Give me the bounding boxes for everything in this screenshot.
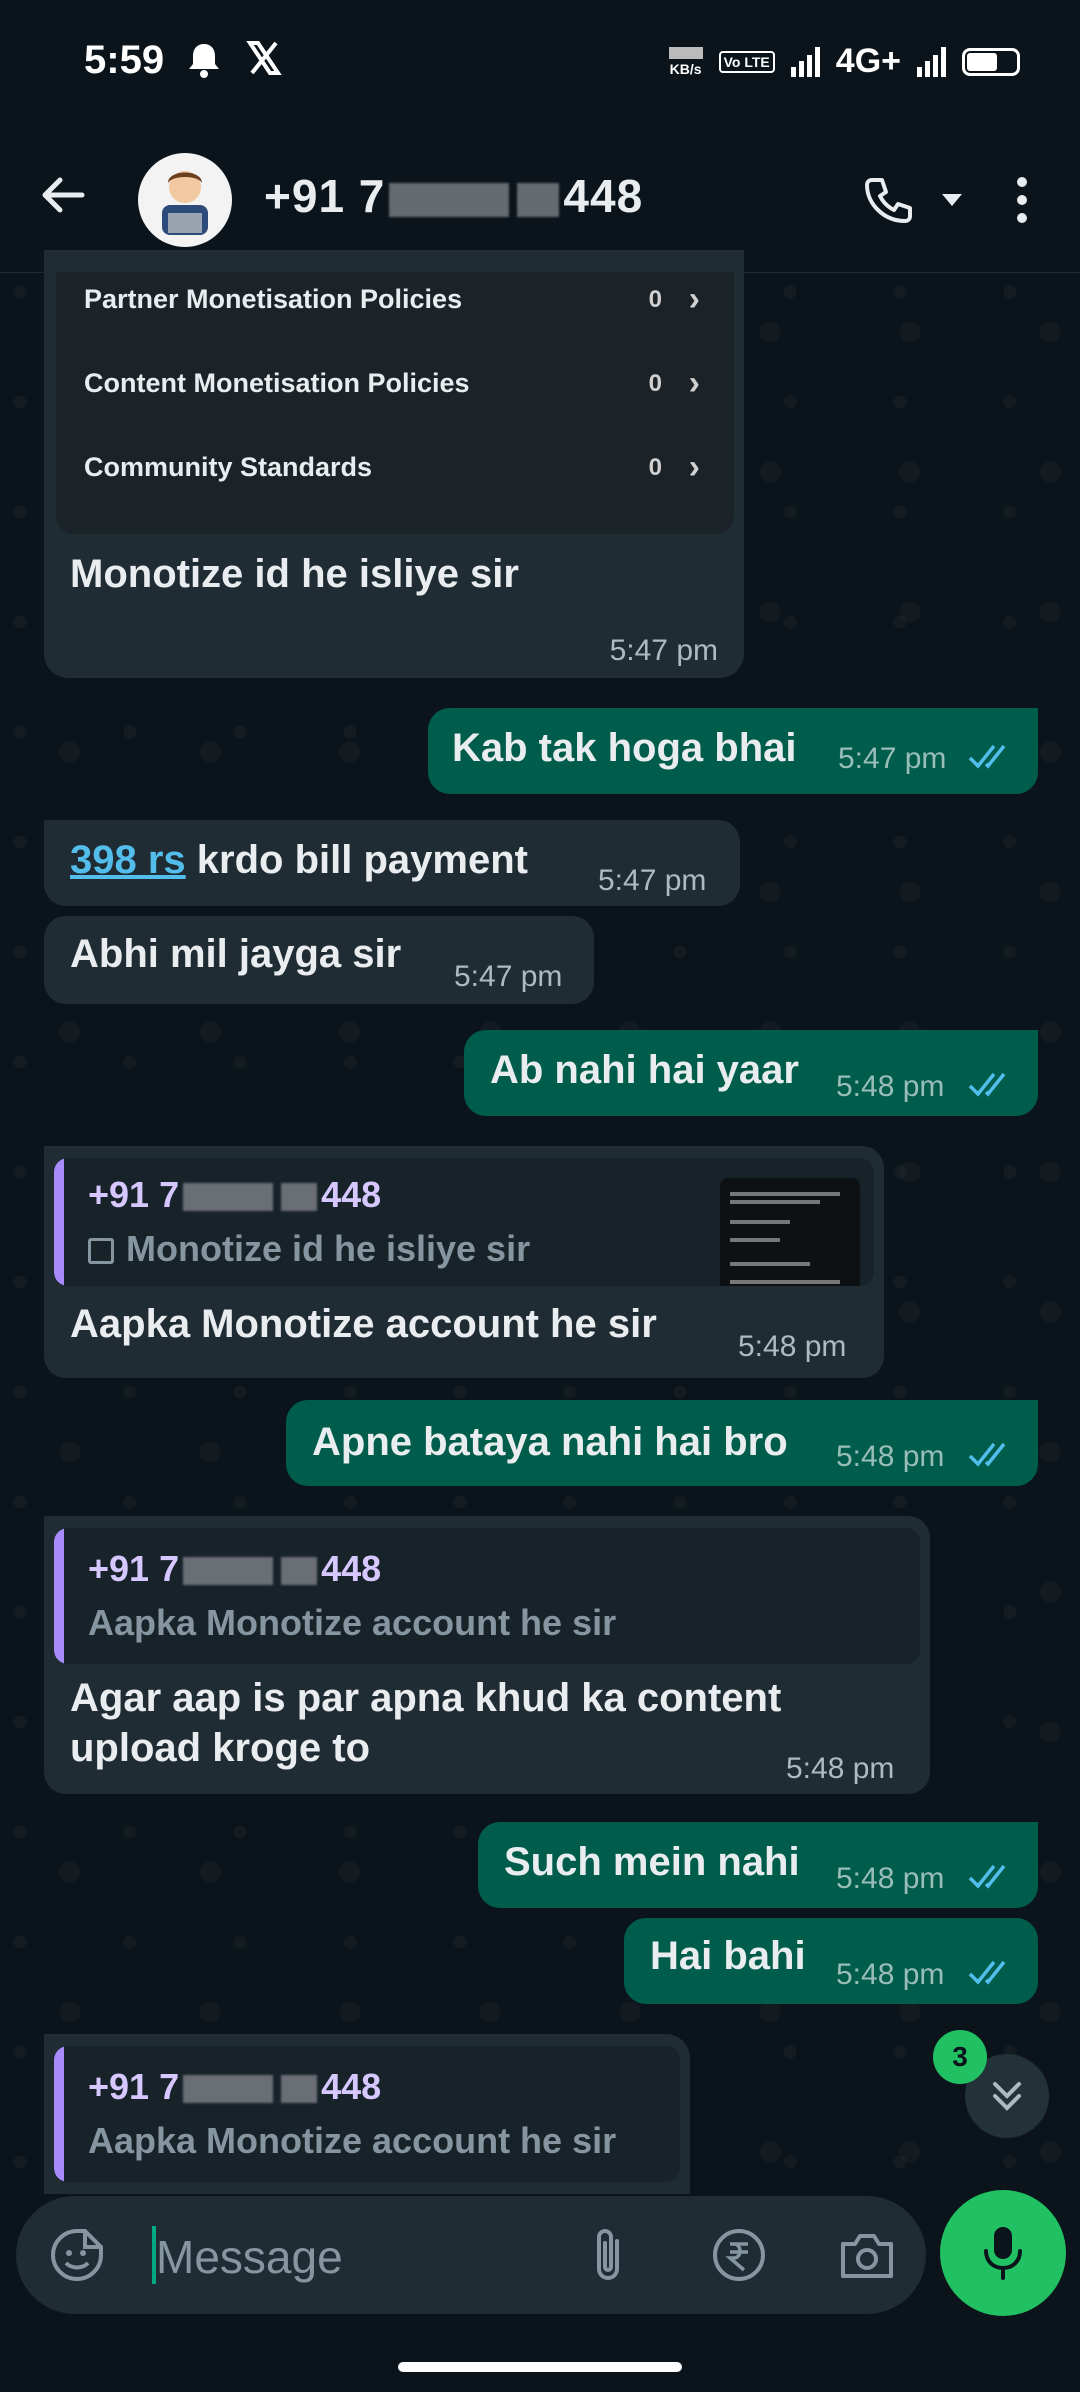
unread-count-badge: 3 — [933, 2030, 987, 2084]
signal-icon — [790, 46, 820, 77]
message-time: 5:48 pm — [836, 1958, 945, 1991]
policy-screenshot[interactable]: Partner Monetisation Policies 0 › Content … — [56, 272, 734, 534]
message-outgoing[interactable]: Hai bahi 5:48 pm — [624, 1918, 1038, 2004]
read-receipt-icon — [968, 1442, 1006, 1467]
back-arrow-icon[interactable] — [38, 170, 98, 230]
message-outgoing[interactable]: Kab tak hoga bhai 5:47 pm — [428, 708, 1038, 794]
message-outgoing[interactable]: Such mein nahi 5:48 pm — [478, 1822, 1038, 1908]
message-text: Kab tak hoga bhai — [452, 726, 797, 770]
policy-row: Partner Monetisation Policies 0 › — [84, 280, 700, 318]
message-time: 5:47 pm — [454, 960, 563, 993]
message-time: 5:47 pm — [598, 864, 707, 897]
quoted-text: Aapka Monotize account he sir — [88, 1602, 617, 1643]
quoted-sender: +91 7 448 — [88, 1174, 382, 1215]
avatar[interactable] — [138, 153, 232, 247]
quoted-message[interactable]: +91 7 448 Monotize id he isliye sir — [54, 1158, 874, 1286]
message-incoming-reply[interactable]: +91 7 448 Aapka Monotize account he sir — [44, 2034, 690, 2194]
chevron-right-icon: › — [688, 364, 700, 402]
quoted-image-thumbnail — [720, 1178, 860, 1286]
message-incoming[interactable]: 398 rs krdo bill payment 5:47 pm — [44, 820, 740, 906]
volte-icon: Vo LTE — [718, 50, 775, 73]
message-time: 5:47 pm — [838, 742, 947, 775]
status-icons: KB/s Vo LTE 4G+ — [668, 42, 1020, 81]
quoted-message[interactable]: +91 7 448 Aapka Monotize account he sir — [54, 2046, 680, 2182]
home-indicator[interactable] — [398, 2362, 682, 2372]
rupee-payment-icon[interactable] — [706, 2222, 772, 2288]
status-time: 5:59 — [84, 38, 165, 82]
message-text: Ab nahi hai yaar — [490, 1048, 799, 1092]
network-type: 4G+ — [835, 42, 901, 80]
message-text: Monotize id he isliye sir — [70, 552, 519, 596]
camera-icon[interactable] — [834, 2222, 900, 2288]
message-time: 5:48 pm — [836, 1440, 945, 1473]
chevron-right-icon: › — [688, 448, 700, 486]
message-text: Aapka Monotize account he sir — [70, 1302, 657, 1346]
message-text: Agar aap is par apna khud ka content — [70, 1676, 782, 1720]
amount-link[interactable]: 398 rs — [70, 838, 186, 882]
sticker-emoji-icon[interactable] — [44, 2222, 110, 2288]
read-receipt-icon — [968, 1960, 1006, 1985]
message-text: 398 rs krdo bill payment — [70, 838, 528, 882]
x-app-icon — [246, 40, 282, 85]
double-chevron-down-icon — [993, 2082, 1021, 2111]
quoted-message[interactable]: +91 7 448 Aapka Monotize account he sir — [54, 1528, 920, 1664]
network-speed: KB/s — [668, 46, 703, 77]
message-text: Hai bahi — [650, 1934, 806, 1978]
message-time: 5:48 pm — [836, 1862, 945, 1895]
quoted-text: Aapka Monotize account he sir — [88, 2120, 617, 2161]
message-outgoing[interactable]: Ab nahi hai yaar 5:48 pm — [464, 1030, 1038, 1116]
read-receipt-icon — [968, 1072, 1006, 1097]
attach-paperclip-icon[interactable] — [576, 2222, 642, 2288]
message-time: 5:48 pm — [786, 1752, 895, 1785]
system-nav-bar — [0, 2330, 1080, 2392]
policy-row: Community Standards 0 › — [84, 448, 700, 486]
quoted-text: Monotize id he isliye sir — [88, 1228, 530, 1270]
contact-name[interactable]: +91 7 448 — [264, 169, 643, 223]
message-text: Such mein nahi — [504, 1840, 800, 1884]
message-time: 5:47 pm — [609, 634, 718, 667]
quoted-sender: +91 7 448 — [88, 1548, 382, 1589]
voice-call-icon[interactable] — [856, 165, 920, 235]
message-input[interactable]: Message — [156, 2230, 343, 2284]
message-time: 5:48 pm — [738, 1330, 847, 1363]
message-outgoing[interactable]: Apne bataya nahi hai bro 5:48 pm — [286, 1400, 1038, 1486]
image-icon — [88, 1238, 114, 1265]
read-receipt-icon — [968, 744, 1006, 769]
message-text: upload kroge to — [70, 1726, 370, 1770]
message-time: 5:48 pm — [836, 1070, 945, 1103]
message-incoming-reply[interactable]: +91 7 448 Aapka Monotize account he sir A… — [44, 1516, 930, 1794]
signal-icon-2 — [917, 46, 946, 77]
notification-bell-icon — [186, 40, 222, 89]
more-options-icon[interactable] — [1006, 165, 1038, 235]
read-receipt-icon — [968, 1864, 1006, 1889]
message-input-bar[interactable]: Message — [16, 2196, 926, 2314]
chevron-right-icon: › — [688, 280, 700, 318]
microphone-icon — [984, 2227, 1022, 2280]
message-incoming-reply[interactable]: +91 7 448 Monotize id he isliye sir Aapka… — [44, 1146, 884, 1378]
policy-row: Content Monetisation Policies 0 › — [84, 364, 700, 402]
status-bar: 5:59 KB/s Vo LTE 4G+ — [0, 0, 1080, 125]
quoted-sender: +91 7 448 — [88, 2066, 382, 2107]
voice-record-button[interactable] — [940, 2190, 1066, 2316]
call-dropdown-icon[interactable] — [934, 165, 970, 235]
battery-icon — [962, 47, 1020, 76]
message-text: Abhi mil jayga sir — [70, 932, 402, 976]
message-incoming[interactable]: Abhi mil jayga sir 5:47 pm — [44, 916, 594, 1004]
message-text: Apne bataya nahi hai bro — [312, 1420, 788, 1464]
